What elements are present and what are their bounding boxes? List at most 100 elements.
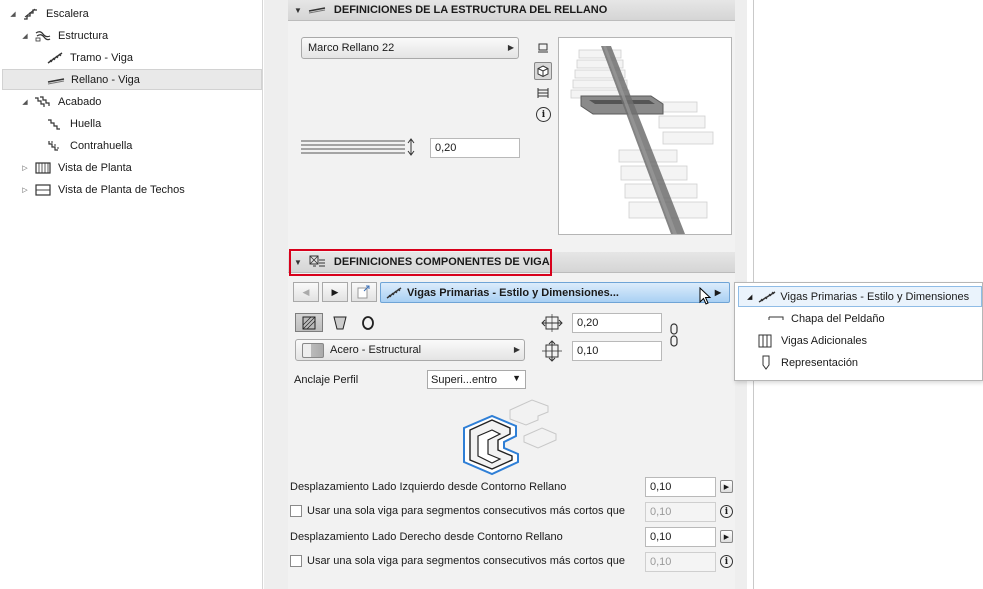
rectangular-profile-button[interactable] (295, 313, 323, 332)
section-view-icon[interactable] (535, 85, 551, 101)
mouse-cursor-icon (699, 287, 712, 305)
previous-component-button[interactable]: ◀ (293, 282, 319, 302)
right-single-beam-input[interactable]: 0,10 (645, 552, 716, 572)
tread-icon (48, 118, 60, 130)
anchor-label: Anclaje Perfil (294, 374, 359, 386)
left-offset-label: Desplazamiento Lado Izquierdo desde Cont… (290, 481, 567, 493)
tree-item-acabado[interactable]: ◢ Acabado (20, 91, 101, 112)
arrow-right-icon: ▶ (723, 483, 730, 491)
landing-beam-icon (308, 7, 326, 14)
tree-item-tramo-viga[interactable]: Tramo - Viga (32, 47, 133, 68)
tree-item-label: Huella (70, 117, 102, 130)
document-arrow-icon (357, 285, 370, 299)
left-single-beam-checkbox[interactable] (290, 505, 302, 517)
tree-item-label: Tramo - Viga (70, 51, 133, 64)
tread-plate-icon (768, 316, 784, 320)
chevron-right-icon: ▶ (507, 43, 514, 52)
tree-item-label: Rellano - Viga (71, 73, 140, 86)
tree-item-label: Vista de Planta (58, 161, 132, 174)
right-offset-label: Desplazamiento Lado Derecho desde Contor… (290, 531, 563, 543)
material-swatch (302, 342, 324, 358)
expand-arrow-icon[interactable]: ▷ (20, 164, 30, 172)
landing-profile-label: Marco Rellano 22 (308, 42, 395, 54)
next-component-button[interactable]: ▶ (322, 282, 348, 302)
flight-beam-icon (47, 51, 63, 64)
landing-beam-icon (47, 77, 65, 84)
collapse-arrow-icon[interactable]: ◢ (747, 293, 752, 301)
tree-item-estructura[interactable]: ◢ Estructura (20, 25, 108, 46)
ceiling-plan-icon (35, 183, 51, 196)
component-selector-dropdown[interactable]: Vigas Primarias - Estilo y Dimensiones..… (380, 282, 730, 303)
landing-structure-header[interactable]: ▼ DEFINICIONES DE LA ESTRUCTURA DEL RELL… (288, 0, 735, 21)
tree-item-vista-planta-techos[interactable]: ▷ Vista de Planta de Techos (20, 179, 185, 200)
collapse-arrow-icon[interactable]: ▼ (294, 6, 302, 15)
stair-preview-image (570, 46, 714, 234)
right-offset-input[interactable]: 0,10 (645, 527, 716, 547)
material-dropdown[interactable]: Acero - Estructural ▶ (295, 339, 525, 361)
chevron-right-icon: ▶ (513, 345, 520, 354)
left-single-beam-label: Usar una sola viga para segmentos consec… (307, 505, 625, 517)
beam-height-icon (542, 340, 562, 362)
anchor-select[interactable]: Superi...entro ▼ (427, 370, 526, 389)
section-title: DEFINICIONES DE LA ESTRUCTURA DEL RELLAN… (333, 4, 608, 16)
collapse-arrow-icon[interactable]: ◢ (20, 32, 30, 40)
landing-profile-dropdown[interactable]: Marco Rellano 22 ▶ (301, 37, 519, 59)
highlight-frame (289, 249, 552, 276)
link-chain-icon[interactable] (668, 322, 680, 348)
tree-item-label: Contrahuella (70, 139, 133, 152)
round-profile-button[interactable] (354, 313, 382, 332)
primary-beam-icon (386, 287, 402, 299)
tapered-profile-button[interactable] (326, 313, 354, 332)
chevron-right-icon: ▶ (714, 288, 721, 297)
expand-arrow-icon[interactable]: ▷ (20, 186, 30, 194)
finish-icon (35, 95, 50, 107)
tree-item-label: Acabado (58, 95, 102, 108)
stair-icon (24, 8, 37, 20)
popup-item-vigas-primarias[interactable]: ◢ Vigas Primarias - Estilo y Dimensiones (738, 286, 982, 307)
collapse-arrow-icon[interactable]: ◢ (8, 10, 18, 18)
collapse-arrow-icon[interactable]: ◢ (20, 98, 30, 106)
popup-item-chapa-peldano[interactable]: Chapa del Peldaño (767, 308, 885, 329)
tree-item-escalera[interactable]: ◢ Escalera (8, 3, 89, 24)
profile-anchor-diagram (463, 399, 557, 476)
right-single-beam-checkbox[interactable] (290, 555, 302, 567)
tree-item-vista-planta[interactable]: ▷ Vista de Planta (20, 157, 132, 178)
settings-panel: ▼ DEFINICIONES DE LA ESTRUCTURA DEL RELL… (288, 0, 735, 589)
right-offset-arrow-button[interactable]: ▶ (720, 530, 733, 543)
rectangular-profile-icon (302, 316, 316, 329)
landing-thickness-input[interactable]: 0,20 (430, 138, 520, 158)
right-single-beam-label: Usar una sola viga para segmentos consec… (307, 555, 625, 567)
primary-beam-icon (759, 290, 776, 303)
arrow-right-icon: ▶ (331, 286, 339, 297)
tree-item-label: Escalera (46, 7, 89, 20)
popup-item-vigas-adicionales[interactable]: Vigas Adicionales (757, 330, 867, 351)
left-offset-input[interactable]: 0,10 (645, 477, 716, 497)
landing-thickness-icon (301, 138, 415, 156)
tree-item-huella[interactable]: Huella (32, 113, 101, 134)
panel-gutter (264, 0, 288, 589)
left-single-beam-input[interactable]: 0,10 (645, 502, 716, 522)
3d-view-icon[interactable] (534, 62, 552, 80)
arrow-right-icon: ▶ (723, 533, 730, 541)
beam-height-input[interactable]: 0,10 (572, 341, 662, 361)
riser-icon (48, 140, 59, 151)
chevron-down-icon: ▼ (512, 373, 521, 383)
tree-item-label: Vista de Planta de Techos (58, 183, 185, 196)
tree-item-contrahuella[interactable]: Contrahuella (32, 135, 132, 156)
left-offset-arrow-button[interactable]: ▶ (720, 480, 733, 493)
tapered-profile-icon (333, 316, 347, 329)
additional-beams-icon (758, 334, 772, 347)
info-icon[interactable]: i (720, 505, 733, 518)
beam-width-icon (541, 314, 563, 332)
popup-item-representacion[interactable]: Representación (757, 352, 858, 373)
component-settings-button[interactable] (351, 282, 377, 302)
round-profile-icon (362, 315, 374, 330)
representation-icon (762, 355, 770, 370)
navigation-tree: ◢ Escalera ◢ Estructura Tramo - Viga Rel… (0, 0, 263, 589)
beam-width-input[interactable]: 0,20 (572, 313, 662, 333)
floor-plan-icon (35, 161, 51, 174)
plan-view-icon[interactable] (535, 40, 551, 56)
info-icon[interactable]: i (536, 107, 551, 122)
info-icon[interactable]: i (720, 555, 733, 568)
tree-item-rellano-viga[interactable]: Rellano - Viga (2, 69, 262, 90)
